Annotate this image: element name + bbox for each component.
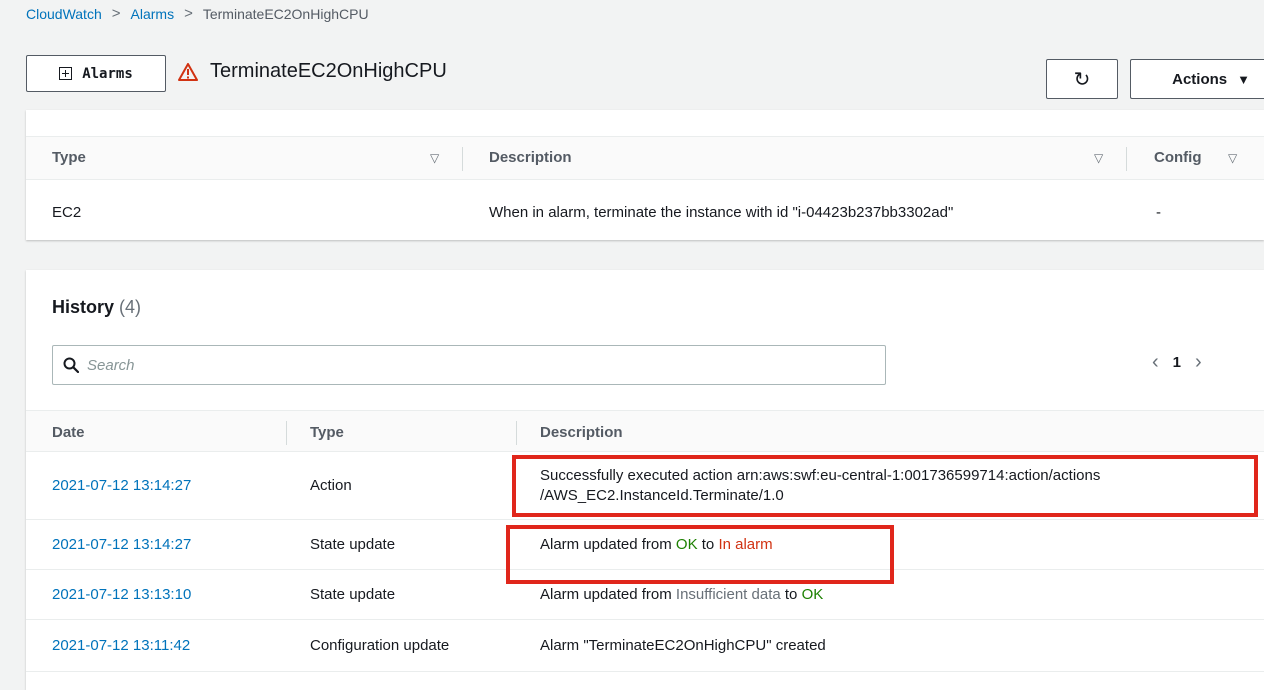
breadcrumb-cloudwatch[interactable]: CloudWatch (26, 6, 102, 22)
history-title: History (4) (52, 297, 141, 318)
history-panel: History (4) ‹ 1 › Date Type Description … (26, 270, 1264, 690)
column-divider (516, 421, 517, 445)
column-header-description[interactable]: Description (489, 149, 572, 166)
column-header-config[interactable]: Config (1154, 149, 1201, 166)
breadcrumb: CloudWatch > Alarms > TerminateEC2OnHigh… (26, 5, 369, 22)
refresh-button[interactable]: ↻ (1046, 59, 1118, 99)
page-title: TerminateEC2OnHighCPU (178, 60, 447, 83)
column-header-description: Description (540, 424, 623, 441)
sort-icon[interactable]: ▽ (1094, 151, 1103, 165)
history-description: Alarm updated from Insufficient data to … (540, 585, 823, 605)
description-text: to (701, 536, 715, 553)
search-icon (63, 357, 79, 373)
state-in-alarm: In alarm (718, 536, 773, 553)
history-search[interactable] (52, 345, 886, 385)
chevron-right-icon[interactable]: › (1195, 352, 1202, 372)
table-row: 2021-07-12 13:14:27 Action Successfully … (26, 452, 1264, 520)
actions-panel: Type ▽ Description ▽ Config ▽ EC2 When i… (26, 110, 1264, 240)
refresh-icon: ↻ (1073, 68, 1091, 91)
description-text: to (784, 586, 798, 603)
history-type: Action (310, 477, 352, 494)
search-input[interactable] (87, 356, 867, 374)
chevron-right-icon: > (184, 5, 193, 22)
history-date[interactable]: 2021-07-12 13:13:10 (52, 585, 191, 605)
sort-icon[interactable]: ▽ (430, 151, 439, 165)
action-config: - (1156, 204, 1161, 221)
history-title-text: History (52, 297, 115, 317)
history-description: Alarm "TerminateEC2OnHighCPU" created (540, 637, 826, 654)
action-description: When in alarm, terminate the instance wi… (489, 204, 954, 221)
history-description: Alarm updated from OK to In alarm (540, 535, 773, 555)
column-divider (286, 421, 287, 445)
caret-down-icon: ▼ (1237, 71, 1250, 87)
actions-dropdown[interactable]: Actions ▼ (1130, 59, 1264, 99)
state-insufficient: Insufficient data (675, 586, 781, 603)
state-ok: OK (675, 536, 698, 553)
description-text: Alarm updated from (540, 536, 672, 553)
actions-table-header: Type ▽ Description ▽ Config ▽ (26, 136, 1264, 180)
state-ok: OK (801, 586, 824, 603)
pagination: ‹ 1 › (1152, 352, 1202, 372)
actions-label: Actions (1172, 70, 1228, 88)
history-type: State update (310, 586, 396, 603)
history-description: Successfully executed action arn:aws:swf… (540, 466, 1100, 506)
chevron-left-icon[interactable]: ‹ (1152, 352, 1159, 372)
chevron-right-icon: > (111, 5, 121, 22)
history-table-header: Date Type Description (26, 410, 1264, 452)
history-date[interactable]: 2021-07-12 13:14:27 (52, 476, 191, 496)
description-line: /AWS_EC2.InstanceId.Terminate/1.0 (540, 487, 784, 504)
warning-icon (178, 62, 198, 81)
table-row: 2021-07-12 13:13:10 State update Alarm u… (26, 570, 1264, 620)
column-divider (462, 147, 463, 171)
alarms-button-label: Alarms (82, 65, 133, 82)
description-line: Successfully executed action arn:aws:swf… (540, 467, 1101, 484)
expand-box-icon (59, 67, 73, 80)
page-number[interactable]: 1 (1173, 354, 1181, 371)
description-text: Alarm updated from (540, 586, 672, 603)
table-row: 2021-07-12 13:11:42 Configuration update… (26, 620, 1264, 672)
history-date[interactable]: 2021-07-12 13:14:27 (52, 535, 191, 555)
history-type: Configuration update (310, 637, 450, 654)
table-row: 2021-07-12 13:14:27 State update Alarm u… (26, 520, 1264, 570)
action-type: EC2 (52, 204, 82, 221)
history-date[interactable]: 2021-07-12 13:11:42 (52, 636, 190, 656)
breadcrumb-current: TerminateEC2OnHighCPU (202, 5, 369, 22)
column-header-type[interactable]: Type (52, 149, 86, 166)
history-type: State update (310, 536, 396, 553)
column-header-type: Type (310, 424, 344, 441)
alarms-button[interactable]: Alarms (26, 55, 166, 92)
column-header-date: Date (52, 424, 85, 441)
alarm-name: TerminateEC2OnHighCPU (210, 60, 447, 82)
sort-icon[interactable]: ▽ (1228, 151, 1237, 165)
breadcrumb-alarms[interactable]: Alarms (131, 6, 175, 22)
column-divider (1126, 147, 1127, 171)
history-count: (4) (119, 297, 142, 317)
